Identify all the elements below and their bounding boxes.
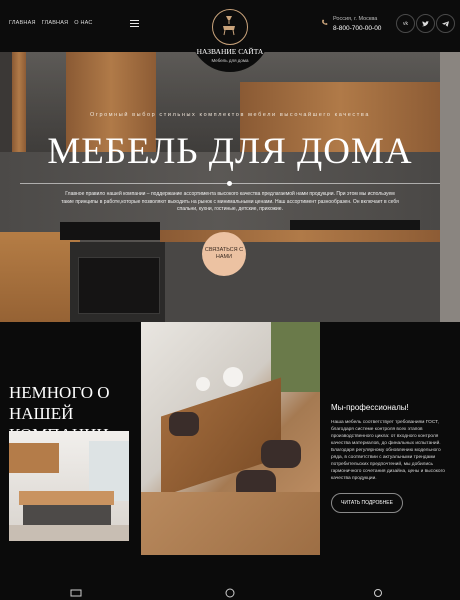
nav-item-about[interactable]: О НАС	[74, 20, 92, 26]
pro-text: Наша мебель соответствует требованиям ГО…	[331, 420, 445, 481]
money-icon	[225, 588, 235, 598]
phone-number[interactable]: 8-800-700-00-00	[333, 25, 381, 32]
chair-lamp-icon	[223, 16, 235, 36]
contact-us-button[interactable]: СВЯЗАТЬСЯ С НАМИ	[202, 232, 246, 276]
nav-item-home[interactable]: ГЛАВНАЯ	[9, 20, 36, 26]
kitchen-image	[9, 431, 129, 541]
dining-table-image	[141, 322, 320, 555]
hero-title: МЕБЕЛЬ ДЛЯ ДОМА	[47, 131, 413, 172]
hero-supertitle: Огромный выбор стильных комплектов мебел…	[89, 112, 370, 118]
pro-title: Мы-профессионалы!	[331, 403, 409, 412]
nav-item-home-2[interactable]: ГЛАВНАЯ	[42, 20, 69, 26]
city-text: Россия, г. Москва	[333, 16, 378, 22]
hero-divider-dot	[227, 181, 232, 186]
hero-section: Огромный выбор стильных комплектов мебел…	[0, 52, 460, 350]
menu-icon[interactable]	[130, 20, 139, 27]
phone-icon	[322, 19, 328, 25]
read-more-button[interactable]: ЧИТАТЬ ПОДРОБНЕЕ	[331, 493, 403, 513]
site-logo[interactable]: НАЗВАНИЕ САЙТА Мебель для дома	[190, 2, 270, 72]
telegram-icon[interactable]	[436, 14, 455, 33]
twitter-icon[interactable]	[416, 14, 435, 33]
settings-icon	[374, 589, 382, 597]
main-nav: ГЛАВНАЯ ГЛАВНАЯ О НАС	[9, 20, 93, 26]
site-subtitle: Мебель для дома	[211, 58, 249, 63]
hero-description: Главное правило нашей компании – поддерж…	[61, 191, 399, 212]
vk-icon[interactable]: vk	[396, 14, 415, 33]
sofa-icon	[70, 589, 82, 597]
site-title: НАЗВАНИЕ САЙТА	[196, 47, 264, 56]
